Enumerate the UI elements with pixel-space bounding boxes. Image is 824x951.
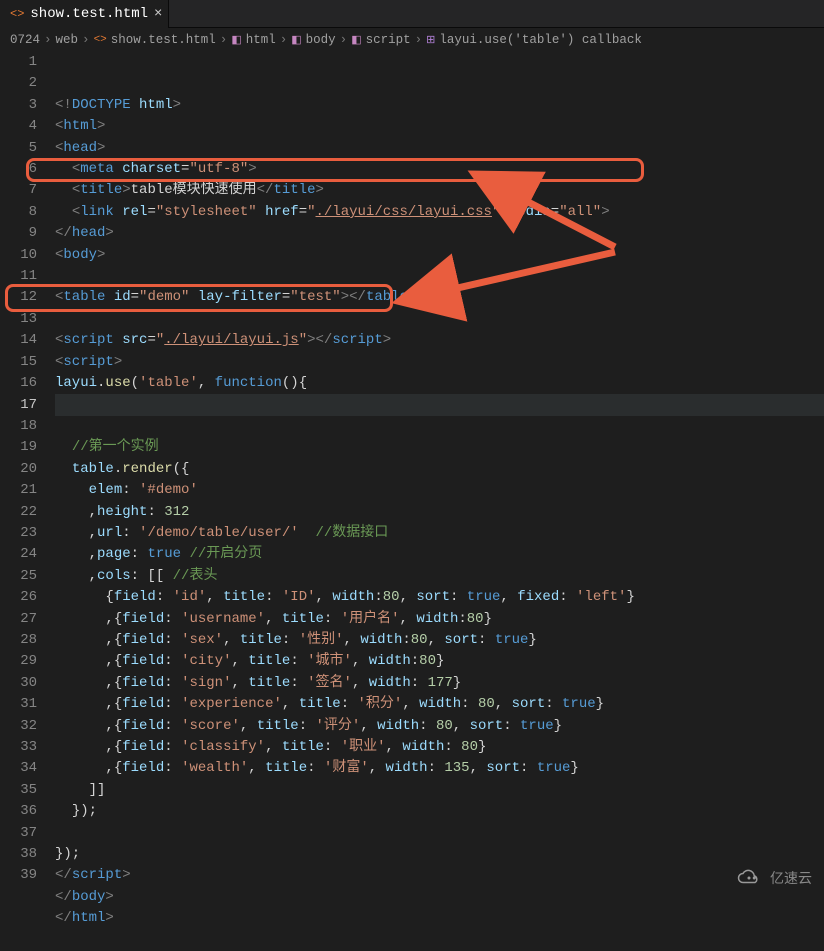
- element-icon: ◧: [291, 33, 301, 47]
- current-line-highlight: [55, 394, 824, 415]
- crumb-symbol[interactable]: ◧html: [231, 33, 275, 47]
- code-content[interactable]: <!DOCTYPE html> <html> <head> <meta char…: [55, 52, 824, 900]
- crumb-file[interactable]: <>show.test.html: [94, 33, 216, 47]
- chevron-right-icon: ›: [220, 33, 228, 47]
- tab-bar: <> show.test.html ×: [0, 0, 824, 28]
- element-icon: ◧: [351, 33, 361, 47]
- element-icon: ◧: [231, 33, 241, 47]
- crumb-folder[interactable]: 0724: [10, 33, 40, 47]
- close-tab-icon[interactable]: ×: [154, 6, 162, 22]
- watermark: 亿速云: [734, 868, 812, 888]
- cloud-icon: [734, 869, 764, 887]
- function-icon: ⊞: [426, 33, 435, 47]
- breadcrumbs: 0724 › web › <>show.test.html › ◧html › …: [0, 28, 824, 52]
- html-file-icon: <>: [94, 34, 107, 46]
- crumb-folder[interactable]: web: [56, 33, 79, 47]
- editor-area[interactable]: 1234567891011121314151617181920212223242…: [0, 52, 824, 900]
- chevron-right-icon: ›: [82, 33, 90, 47]
- tab-show-test-html[interactable]: <> show.test.html ×: [0, 0, 169, 28]
- tab-filename: show.test.html: [30, 6, 148, 22]
- crumb-symbol[interactable]: ◧body: [291, 33, 335, 47]
- chevron-right-icon: ›: [340, 33, 348, 47]
- chevron-right-icon: ›: [415, 33, 423, 47]
- crumb-symbol[interactable]: ◧script: [351, 33, 410, 47]
- crumb-symbol[interactable]: ⊞layui.use('table') callback: [426, 33, 642, 47]
- chevron-right-icon: ›: [44, 33, 52, 47]
- line-number-gutter: 1234567891011121314151617181920212223242…: [0, 52, 55, 900]
- chevron-right-icon: ›: [280, 33, 288, 47]
- html-file-icon: <>: [10, 7, 24, 21]
